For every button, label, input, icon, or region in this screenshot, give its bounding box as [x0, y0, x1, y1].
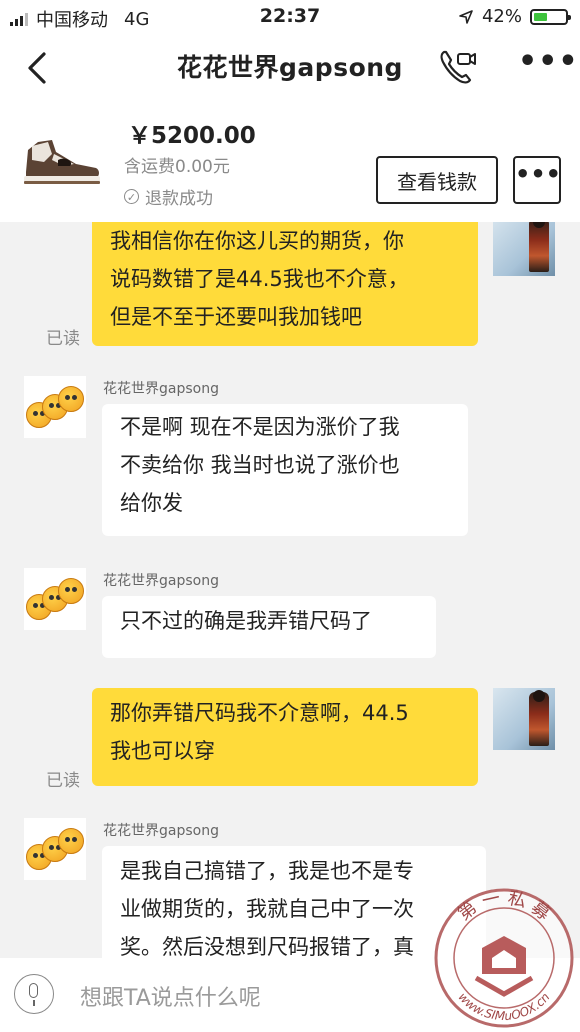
my-avatar[interactable] — [493, 688, 555, 750]
video-call-icon[interactable] — [438, 48, 478, 86]
message-line: 但是不至于还要叫我加钱吧 — [110, 305, 362, 329]
message-line: 奖。然后没想到尺码报错了，真 — [120, 935, 414, 958]
microphone-icon[interactable] — [14, 974, 54, 1014]
location-icon — [459, 9, 473, 24]
refund-status: ✓ 退款成功 — [124, 184, 213, 209]
message-line: 业做期货的，我就自己中了一次 — [120, 897, 414, 921]
contact-avatar[interactable] — [24, 376, 86, 438]
battery-percent: 42% — [481, 6, 522, 27]
message-bubble-sent[interactable]: 那你弄错尺码我不介意啊，44.5 我也可以穿 — [92, 688, 478, 786]
message-line: 那你弄错尺码我不介意啊，44.5 — [110, 701, 409, 725]
check-circle-icon: ✓ — [124, 189, 139, 204]
product-more-button[interactable]: ••• — [513, 156, 561, 204]
view-payment-button[interactable]: 查看钱款 — [376, 156, 498, 204]
message-line: 我相信你在你这儿买的期货，你 — [110, 229, 404, 253]
sneaker-thumbnail[interactable] — [18, 136, 104, 188]
my-avatar[interactable] — [493, 222, 555, 276]
message-bubble-received[interactable]: 只不过的确是我弄错尺码了 — [102, 596, 436, 658]
watermark-stamp: 第 一 私 募 www.SIMuOOX.cn — [434, 888, 574, 1028]
message-line: 不是啊 现在不是因为涨价了我 — [120, 415, 400, 439]
top-area: 中国移动 4G 22:37 42% 花花世界gapsong ••• ￥5200.… — [0, 0, 580, 222]
message-line: 不卖给你 我当时也说了涨价也 — [120, 453, 400, 477]
more-options-button[interactable]: ••• — [518, 47, 578, 80]
message-line: 是我自己搞错了，我是也不是专 — [120, 859, 414, 883]
message-line: 只不过的确是我弄错尺码了 — [120, 609, 372, 633]
read-receipt: 已读 — [46, 771, 80, 791]
message-input[interactable]: 想跟TA说点什么呢 — [80, 980, 261, 1012]
message-line: 说码数错了是44.5我也不介意， — [110, 267, 409, 291]
sender-name: 花花世界gapsong — [103, 381, 219, 397]
shipping-fee: 含运费0.00元 — [124, 157, 230, 177]
battery-icon — [530, 8, 571, 25]
sender-name: 花花世界gapsong — [103, 823, 219, 839]
product-price: ￥5200.00 — [128, 123, 256, 149]
contact-avatar[interactable] — [24, 568, 86, 630]
refund-status-label: 退款成功 — [145, 189, 213, 209]
read-receipt: 已读 — [46, 329, 80, 349]
message-line: 我也可以穿 — [110, 739, 215, 763]
message-line: 给你发 — [120, 491, 183, 515]
message-list[interactable]: 已读 我相信你在你这儿买的期货，你 说码数错了是44.5我也不介意， 但是不至于… — [0, 222, 580, 958]
message-bubble-sent[interactable]: 我相信你在你这儿买的期货，你 说码数错了是44.5我也不介意， 但是不至于还要叫… — [92, 222, 478, 346]
page-title: 花花世界gapsong — [177, 53, 403, 82]
message-bubble-received[interactable]: 不是啊 现在不是因为涨价了我 不卖给你 我当时也说了涨价也 给你发 — [102, 404, 468, 536]
contact-avatar[interactable] — [24, 818, 86, 880]
message-bubble-received[interactable]: 是我自己搞错了，我是也不是专 业做期货的，我就自己中了一次 奖。然后没想到尺码报… — [102, 846, 486, 958]
sender-name: 花花世界gapsong — [103, 573, 219, 589]
status-bar: 中国移动 4G 22:37 42% — [0, 0, 580, 34]
battery-level — [534, 12, 547, 21]
chat-header: 花花世界gapsong ••• — [0, 34, 580, 100]
product-card: ￥5200.00 含运费0.00元 ✓ 退款成功 查看钱款 ••• — [0, 100, 580, 222]
